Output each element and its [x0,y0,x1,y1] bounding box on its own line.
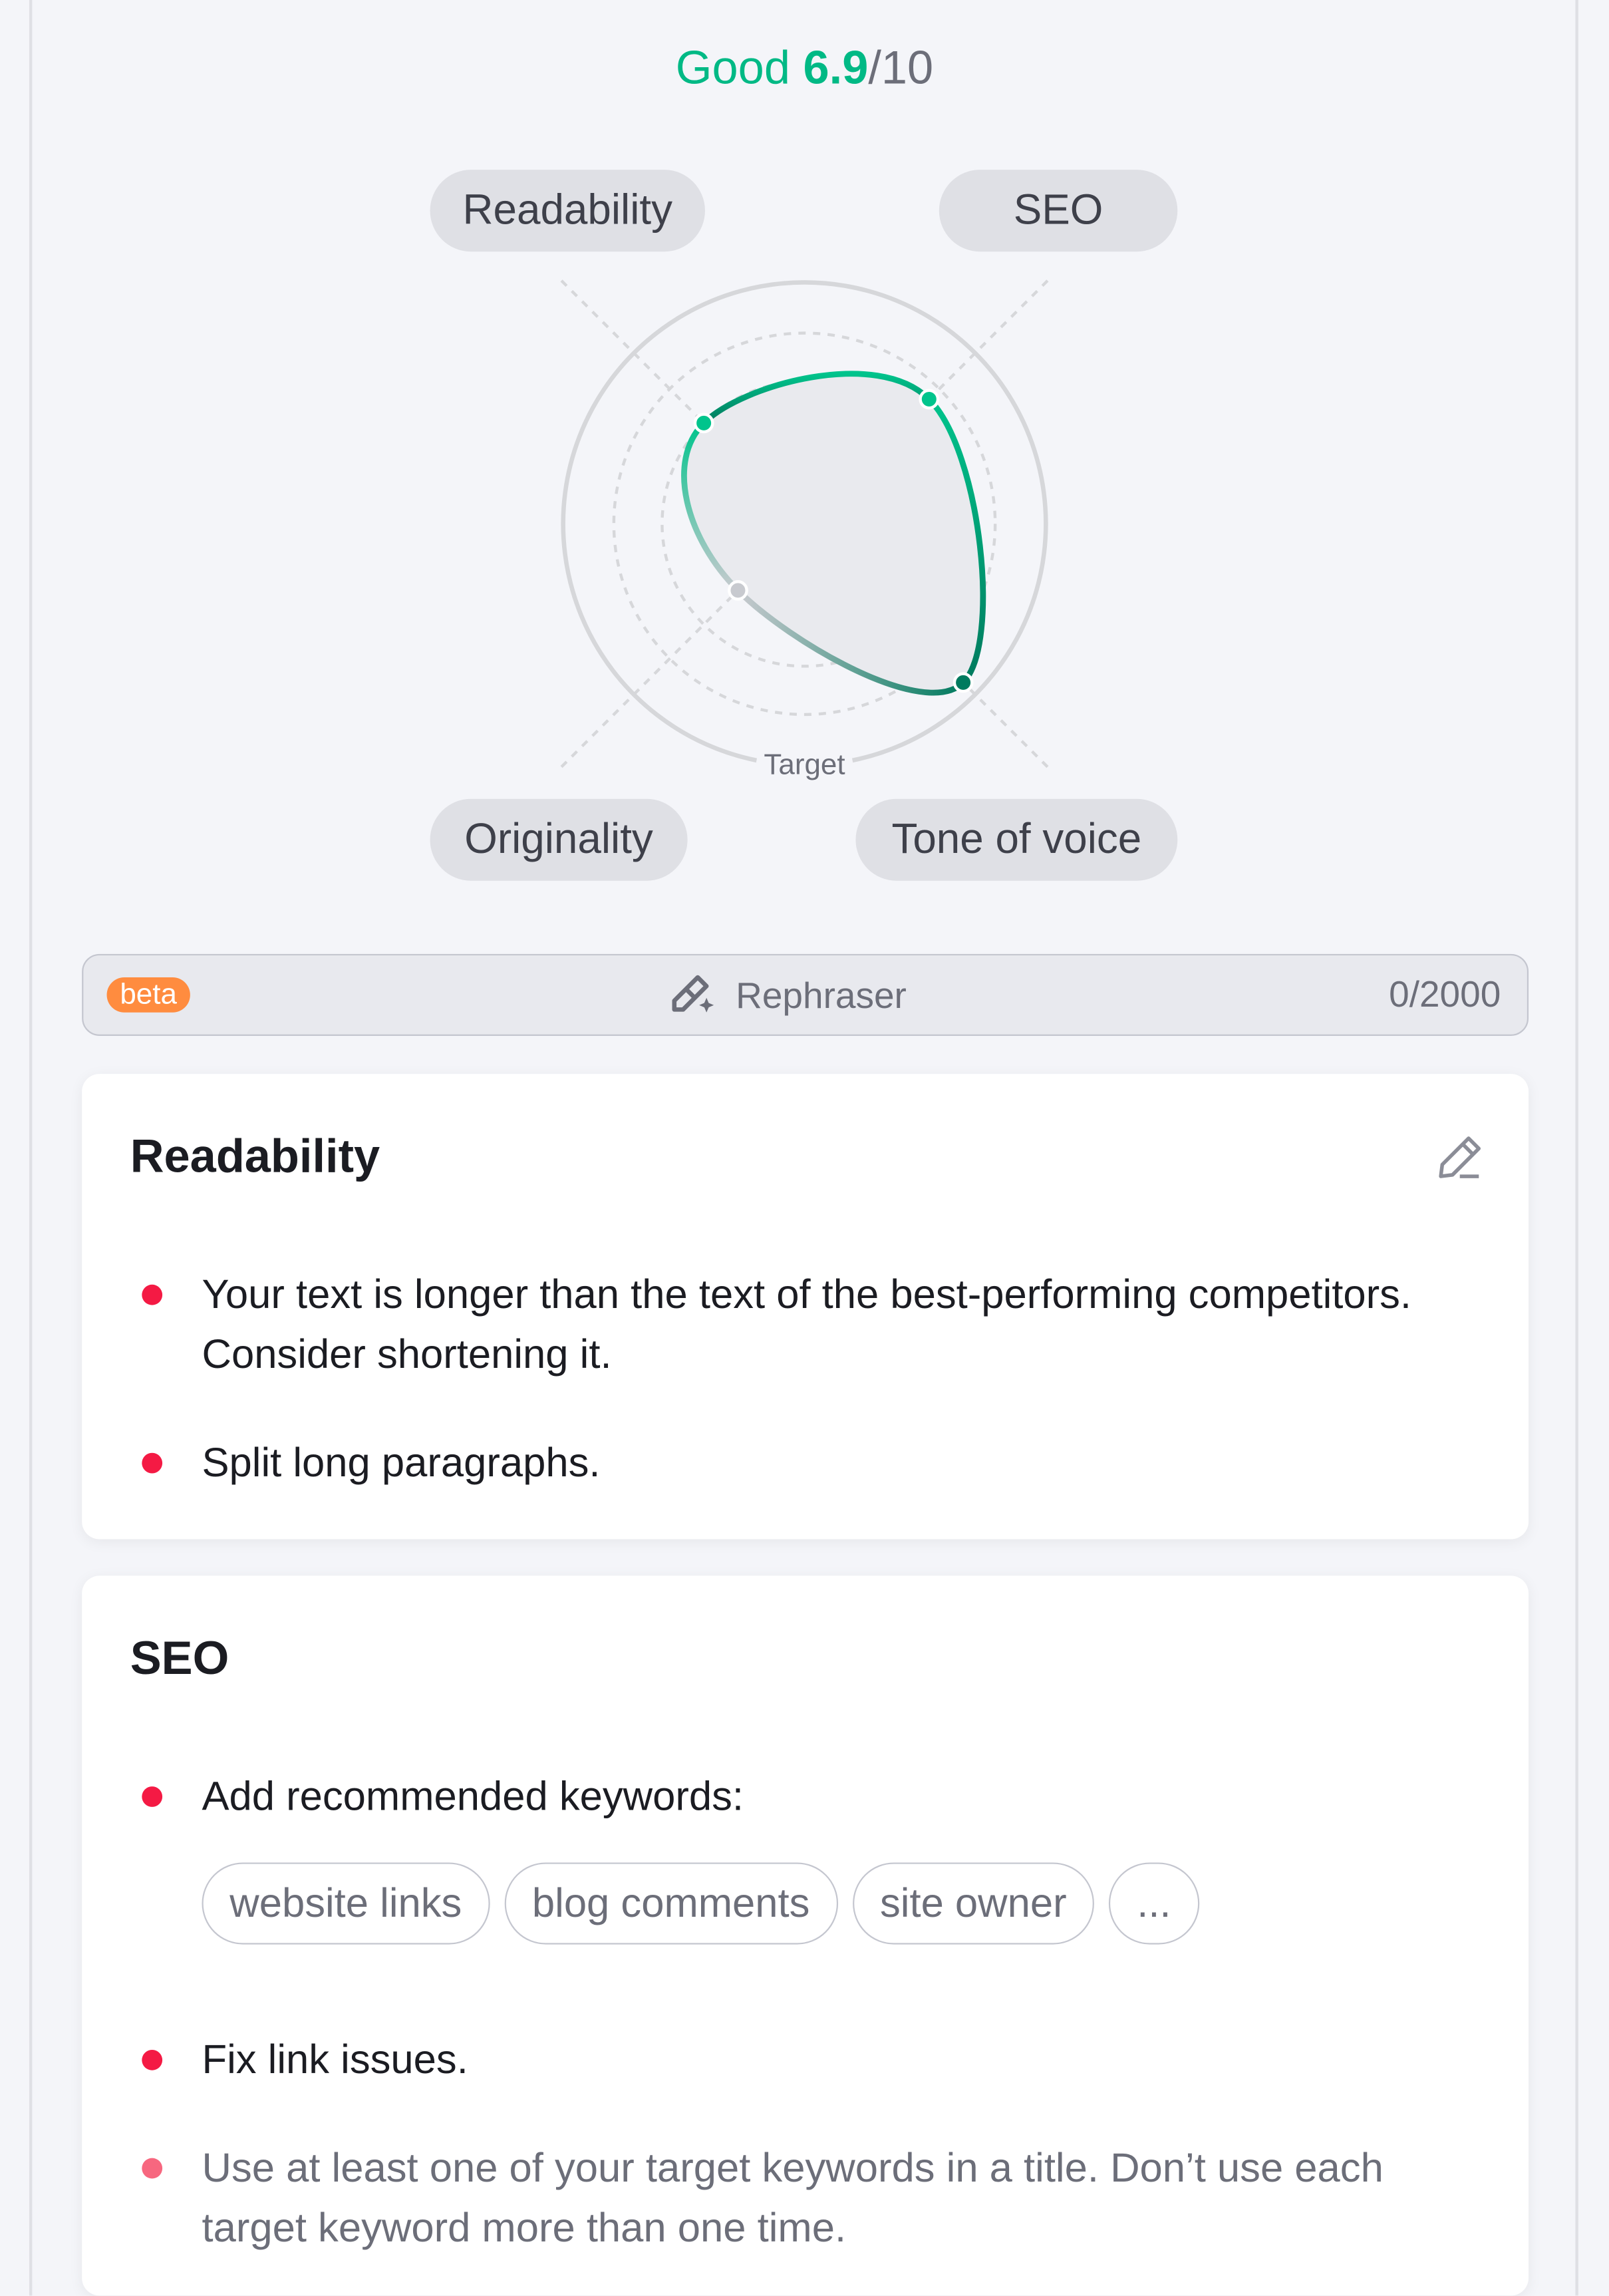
rephraser-label: Rephraser [736,975,907,1017]
pencil-icon[interactable] [1435,1132,1485,1182]
target-label: Target [764,748,845,780]
issue-dot [142,2049,163,2070]
issue-text: Fix link issues. [202,2037,468,2082]
score-area [684,373,983,693]
issue-dot [142,1452,163,1474]
seo-card: SEO Add recommended keywords: website li… [82,1575,1529,2296]
issue-item: Use at least one of your target keywords… [130,2138,1489,2257]
beta-badge: beta [106,977,190,1013]
radar-chart: Target [558,277,1051,780]
card-title: SEO [130,1631,229,1685]
score-point-seo [919,389,940,410]
issue-item: Split long paragraphs. [130,1432,1489,1492]
issue-dot [142,1786,163,1807]
axis-pill-originality[interactable]: Originality [430,798,688,881]
keyword-chip[interactable]: website links [202,1862,490,1945]
magic-wand-icon [672,975,714,1013]
issue-text: Your text is longer than the text of the… [202,1271,1412,1377]
more-keywords-button[interactable]: ... [1109,1862,1199,1945]
issue-dot [142,2158,163,2179]
card-title: Readability [130,1129,380,1182]
issue-item: Your text is longer than the text of the… [130,1264,1489,1384]
score-point-readability [693,412,714,434]
keyword-chips: website links blog comments site owner .… [202,1862,1199,1945]
issue-dot [142,1284,163,1305]
issue-text: Split long paragraphs. [202,1439,601,1486]
axis-pill-readability[interactable]: Readability [430,170,705,252]
axis-pill-seo[interactable]: SEO [939,170,1178,252]
issue-text: Use at least one of your target keywords… [202,2144,1384,2251]
issue-item: Fix link issues. [130,2029,1489,2089]
issue-text: Add recommended keywords: [202,1773,744,1819]
score-point-originality [728,579,748,601]
character-count: 0/2000 [1389,974,1501,1016]
keyword-chip[interactable]: site owner [852,1862,1095,1945]
score-point-tone-of-voice [952,672,974,693]
keyword-chip[interactable]: blog comments [504,1862,838,1945]
rephraser-bar[interactable]: beta Rephraser 0/2000 [82,953,1529,1036]
axis-pill-tone-of-voice[interactable]: Tone of voice [855,798,1178,881]
issue-item: Add recommended keywords: [130,1766,1489,1826]
content-analysis-panel: Good 6.9/10 Target Readability SEO Tone … [0,0,1609,2296]
readability-card: Readability Your text is longer than the… [82,1074,1529,1540]
